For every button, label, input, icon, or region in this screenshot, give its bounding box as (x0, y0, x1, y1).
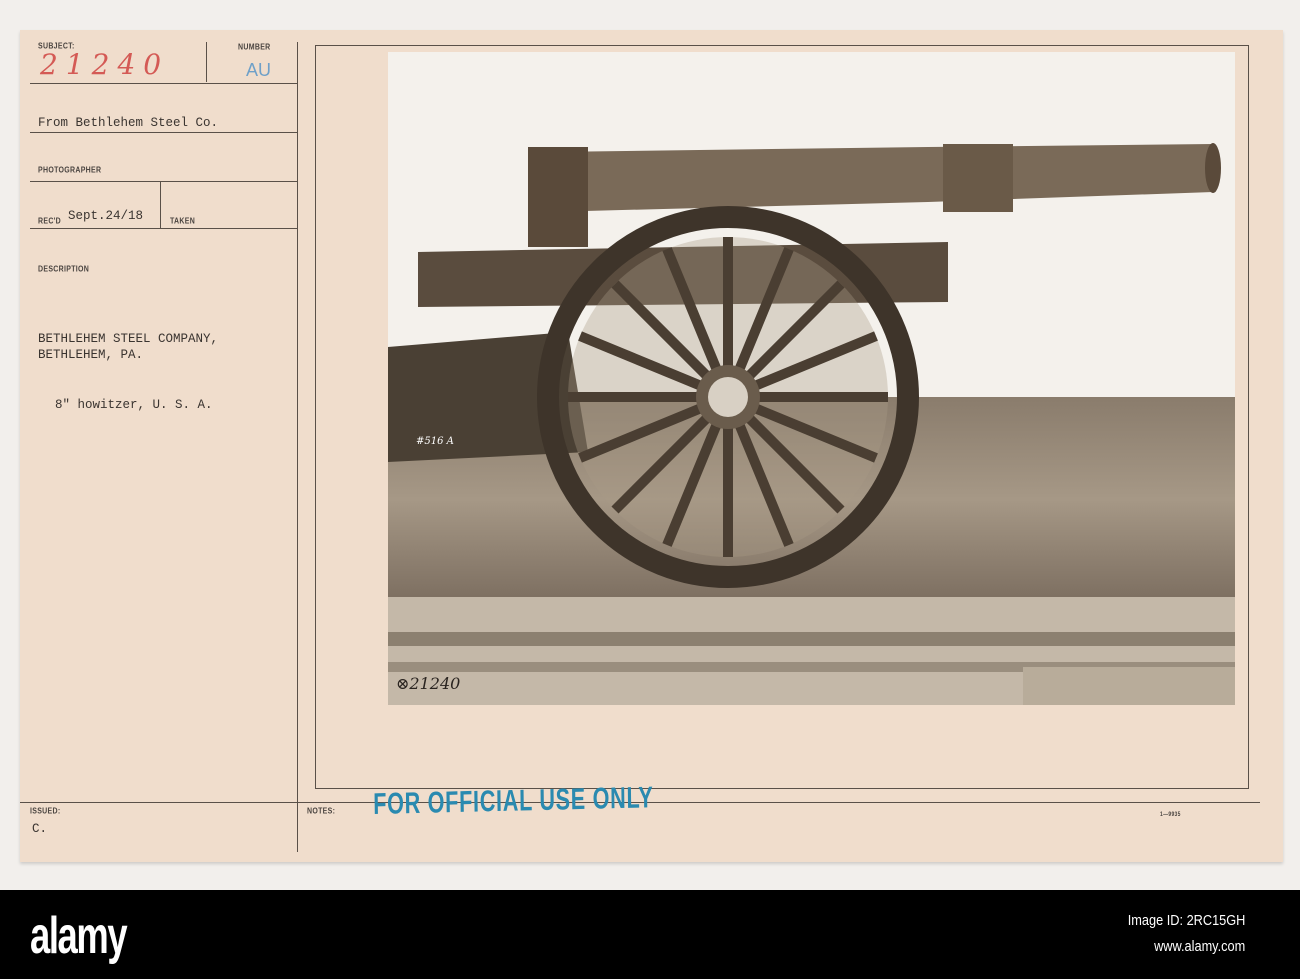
notes-label: NOTES: (307, 807, 336, 816)
divider (30, 83, 298, 84)
howitzer-photograph: #516 A ⊗21240 (388, 52, 1235, 705)
description-line: BETHLEHEM STEEL COMPANY, (38, 332, 219, 346)
gun-marking: #516 A (416, 436, 454, 447)
photographer-label: PHOTOGRAPHER (38, 166, 102, 175)
recd-date: Sept.24/18 (68, 209, 144, 223)
source-text: From Bethlehem Steel Co. (38, 116, 219, 130)
description-label: DESCRIPTION (38, 265, 90, 274)
issued-value: C. (32, 822, 48, 836)
divider (206, 42, 207, 82)
number-label: NUMBER (238, 43, 271, 52)
negative-number: ⊗21240 (396, 674, 460, 693)
taken-label: TAKEN (170, 217, 196, 226)
number-value: AU (246, 60, 272, 80)
divider (30, 181, 298, 182)
divider (30, 228, 298, 229)
image-id: Image ID: 2RC15GH (1127, 912, 1245, 929)
recd-label: REC'D (38, 217, 61, 226)
official-use-stamp: FOR OFFICIAL USE ONLY (373, 781, 654, 821)
description-line: 8" howitzer, U. S. A. (55, 398, 213, 412)
issued-label: ISSUED: (30, 807, 61, 816)
subject-number: 21240 (40, 48, 170, 81)
description-line: BETHLEHEM, PA. (38, 348, 144, 362)
watermark-footer: alamy Image ID: 2RC15GH www.alamy.com (0, 890, 1300, 979)
alamy-logo: alamy (30, 907, 128, 965)
divider (160, 181, 161, 228)
column-divider (297, 42, 298, 852)
form-number: 1—9935 (1160, 811, 1181, 819)
wheel (537, 206, 919, 588)
site-url: www.alamy.com (1153, 938, 1245, 955)
divider (30, 132, 298, 133)
